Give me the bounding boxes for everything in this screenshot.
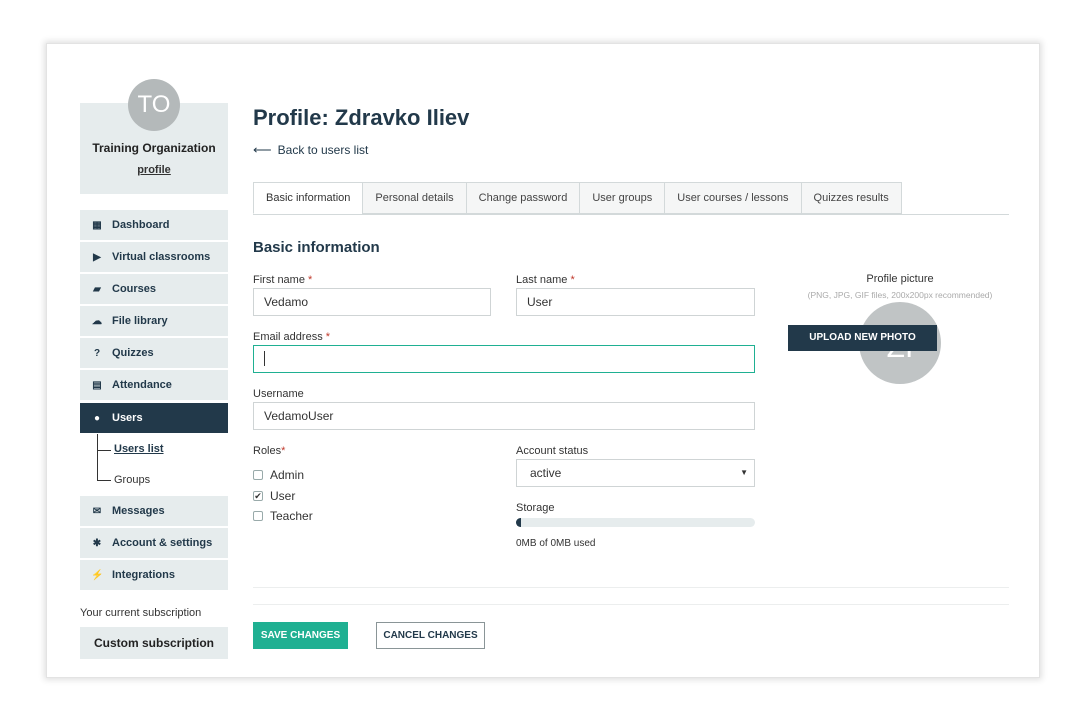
first-name-label: First name *	[253, 274, 312, 286]
tabs-divider	[253, 214, 1009, 215]
sidebar-item-quizzes[interactable]: ? Quizzes	[80, 338, 228, 368]
question-circle-icon: ?	[93, 347, 101, 359]
users-icon: ●	[93, 412, 101, 424]
sidebar-item-label: Users	[112, 412, 143, 424]
chevron-down-icon: ▼	[740, 468, 748, 477]
account-status-label: Account status	[516, 445, 589, 457]
divider	[253, 587, 1009, 588]
sidebar-item-attendance[interactable]: ▤ Attendance	[80, 370, 228, 400]
checkbox-user[interactable]: ✔	[253, 491, 263, 501]
document-icon: ▤	[92, 379, 102, 391]
cancel-changes-button[interactable]: CANCEL CHANGES	[376, 622, 485, 649]
checkbox-admin[interactable]	[253, 470, 263, 480]
first-name-field[interactable]: Vedamo	[253, 288, 491, 316]
first-name-label-text: First name	[253, 274, 305, 286]
required-mark: *	[570, 274, 575, 286]
upload-photo-button[interactable]: UPLOAD NEW PHOTO	[788, 325, 937, 351]
section-title: Basic information	[253, 239, 380, 256]
sidebar-item-file-library[interactable]: ☁ File library	[80, 306, 228, 336]
sidebar-item-label: Account & settings	[112, 537, 213, 549]
role-teacher[interactable]: Teacher	[253, 509, 313, 523]
sidebar-item-users[interactable]: ● Users	[80, 403, 228, 433]
sidebar-item-courses[interactable]: ▰ Courses	[80, 274, 228, 304]
required-mark: *	[281, 445, 286, 457]
storage-bar	[516, 518, 755, 527]
roles-label: Roles*	[253, 445, 285, 457]
sidebar-item-label: Quizzes	[112, 347, 154, 359]
last-name-field[interactable]: User	[516, 288, 755, 316]
tab-user-courses-lessons[interactable]: User courses / lessons	[664, 182, 801, 214]
org-avatar: TO	[128, 79, 180, 131]
sidebar-item-label: Attendance	[112, 379, 172, 391]
org-profile-link[interactable]: profile	[80, 164, 228, 176]
sidebar-item-account-settings[interactable]: ✱ Account & settings	[80, 528, 228, 558]
sidebar-item-label: Dashboard	[112, 219, 170, 231]
grid-icon: ▦	[92, 219, 102, 231]
gear-icon: ✱	[92, 537, 102, 549]
role-label: Teacher	[270, 509, 313, 523]
role-admin[interactable]: Admin	[253, 468, 304, 482]
back-to-users-link[interactable]: ⟵ Back to users list	[253, 142, 368, 158]
storage-bar-fill	[516, 518, 521, 527]
sidebar-item-label: Courses	[112, 283, 157, 295]
sidebar-item-dashboard[interactable]: ▦ Dashboard	[80, 210, 228, 240]
username-label: Username	[253, 388, 304, 400]
account-status-select[interactable]: active ▼	[516, 459, 755, 487]
checkbox-teacher[interactable]	[253, 511, 263, 521]
book-icon: ▰	[93, 283, 101, 295]
play-circle-icon: ▶	[93, 251, 101, 263]
last-name-label-text: Last name	[516, 274, 568, 286]
envelope-icon: ✉	[92, 505, 102, 517]
sidebar-subitem-groups[interactable]: Groups	[114, 474, 150, 486]
subscription-label: Your current subscription	[80, 607, 202, 619]
required-mark: *	[308, 274, 313, 286]
sidebar-item-label: Integrations	[112, 569, 175, 581]
tree-line	[97, 450, 111, 451]
tab-personal-details[interactable]: Personal details	[362, 182, 466, 214]
subscription-box: Custom subscription	[80, 627, 228, 659]
email-label-text: Email address	[253, 331, 323, 343]
required-mark: *	[325, 331, 331, 343]
plug-icon: ⚡	[91, 569, 104, 581]
roles-label-text: Roles	[253, 445, 282, 457]
profile-picture-title: Profile picture	[866, 273, 934, 285]
sidebar-item-label: Virtual classrooms	[112, 251, 211, 263]
tab-user-groups[interactable]: User groups	[579, 182, 665, 214]
tab-quizzes-results[interactable]: Quizzes results	[800, 182, 902, 214]
storage-text: 0MB of 0MB used	[516, 538, 596, 549]
profile-picture-hint: (PNG, JPG, GIF files, 200x200px recommen…	[807, 290, 993, 300]
sidebar-item-messages[interactable]: ✉ Messages	[80, 496, 228, 526]
arrow-left-icon: ⟵	[253, 142, 272, 157]
sidebar-subitem-users-list[interactable]: Users list	[114, 443, 164, 455]
tree-line	[97, 434, 98, 481]
account-status-value: active	[530, 466, 562, 480]
cloud-upload-icon: ☁	[92, 315, 102, 327]
last-name-label: Last name *	[516, 274, 575, 286]
email-field[interactable]	[253, 345, 755, 373]
org-name: Training Organization	[92, 141, 216, 155]
role-user[interactable]: ✔ User	[253, 489, 295, 503]
tab-change-password[interactable]: Change password	[465, 182, 580, 214]
back-link-label: Back to users list	[277, 143, 369, 157]
username-field[interactable]: VedamoUser	[253, 402, 755, 430]
role-label: Admin	[270, 468, 305, 482]
tab-basic-information[interactable]: Basic information	[253, 182, 363, 214]
sidebar-item-integrations[interactable]: ⚡ Integrations	[80, 560, 228, 590]
divider	[253, 604, 1009, 605]
page-title: Profile: Zdravko Iliev	[253, 105, 470, 130]
sidebar-item-virtual-classrooms[interactable]: ▶ Virtual classrooms	[80, 242, 228, 272]
tree-line	[97, 480, 111, 481]
sidebar-item-label: Messages	[112, 505, 165, 517]
sidebar-item-label: File library	[112, 315, 168, 327]
role-label: User	[270, 489, 296, 503]
tab-bar: Basic information Personal details Chang…	[253, 182, 902, 214]
save-changes-button[interactable]: SAVE CHANGES	[253, 622, 348, 649]
storage-label: Storage	[516, 502, 555, 514]
email-label: Email address *	[253, 331, 330, 343]
text-caret	[264, 351, 265, 366]
